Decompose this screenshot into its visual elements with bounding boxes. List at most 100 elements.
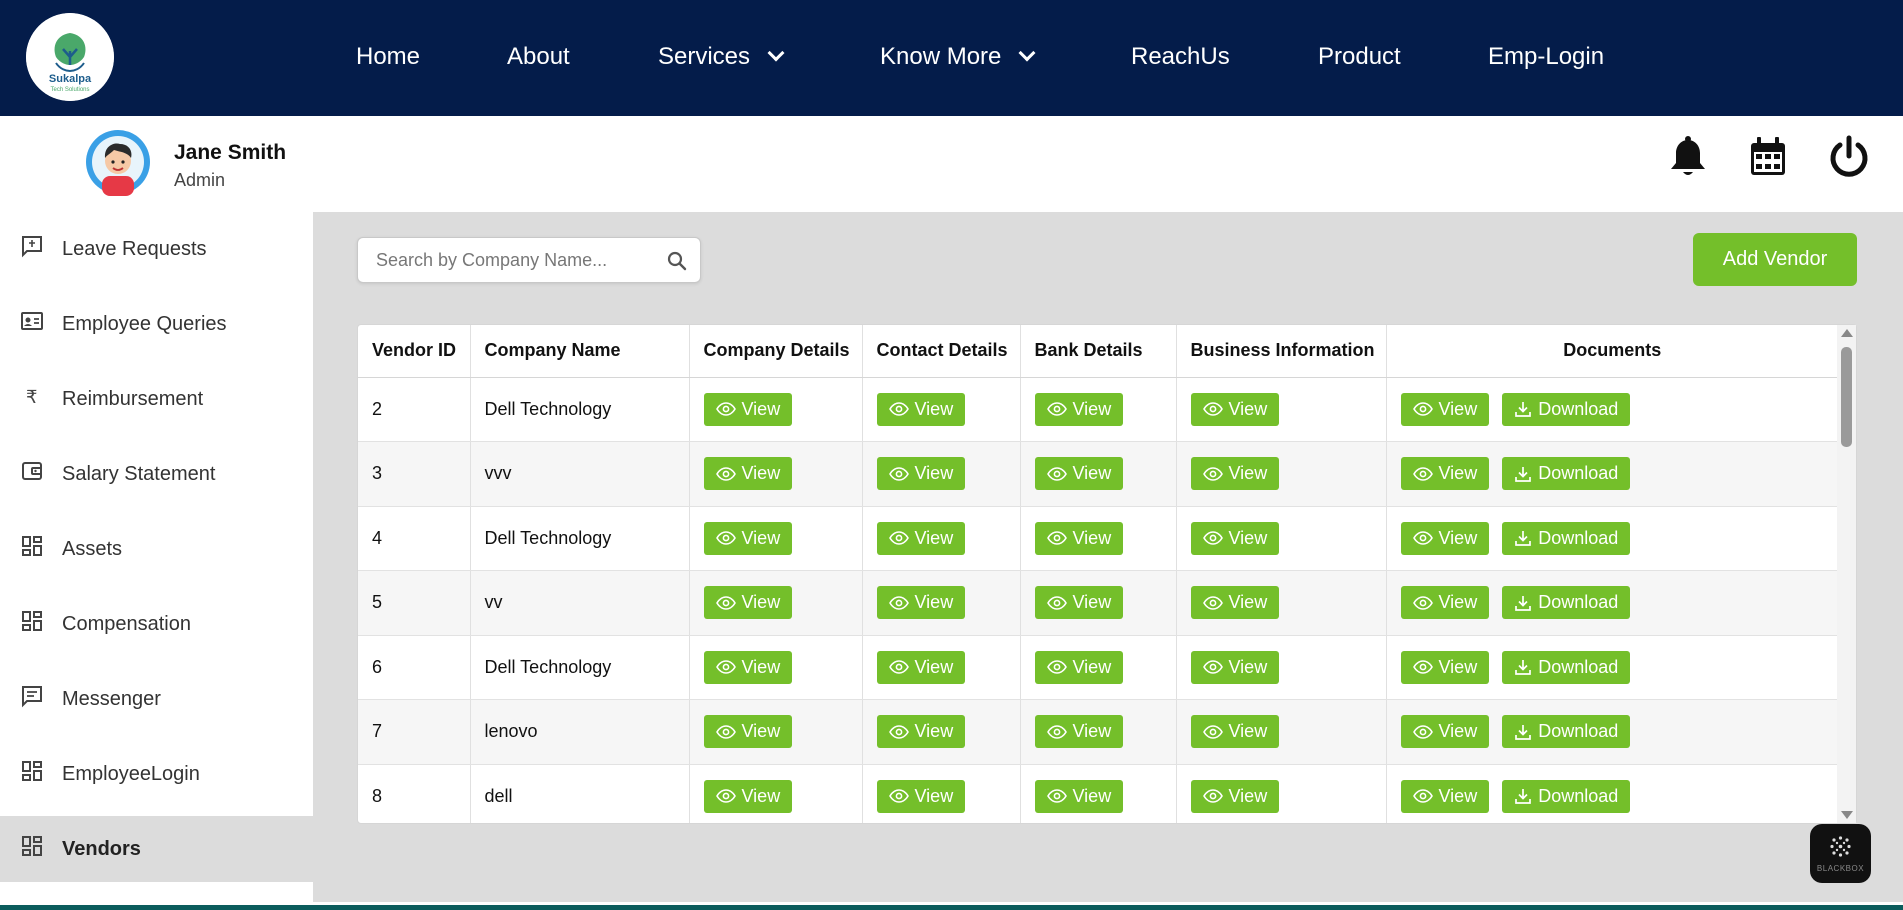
documents-view-button[interactable]: View [1400,392,1490,426]
documents-view-button[interactable]: View [1400,457,1490,491]
company-details-cell: View [689,764,863,823]
contact-details-view-button[interactable]: View [876,457,966,491]
add-vendor-button[interactable]: Add Vendor [1693,233,1857,286]
documents-download-button[interactable]: Download [1502,650,1631,684]
company-details-view-button[interactable]: View [703,521,793,555]
nav-reachus[interactable]: ReachUs [1131,42,1230,72]
eye-icon [888,402,909,417]
column-header: Vendor ID [358,325,471,378]
documents-download-button[interactable]: Download [1502,715,1631,749]
nav-services[interactable]: Services [658,42,785,72]
view-label: View [1072,527,1112,548]
business-info-view-button[interactable]: View [1190,457,1280,491]
nav-emp-login[interactable]: Emp-Login [1488,42,1604,72]
vendor-id-cell: 5 [358,570,471,636]
eye-icon [1412,531,1433,546]
contact-details-view-button[interactable]: View [876,586,966,620]
eye-icon [888,660,909,675]
nav-services-label: Services [658,43,751,70]
blackbox-label: BLACKBOX [1816,864,1865,873]
sidebar-item-label: Compensation [62,613,191,635]
blackbox-widget[interactable]: BLACKBOX [1810,824,1871,883]
business-info-view-button[interactable]: View [1190,650,1280,684]
view-label: View [1438,785,1478,806]
nav-know-more[interactable]: Know More [880,42,1036,72]
nav-product[interactable]: Product [1318,42,1401,72]
sidebar-item-leave-requests[interactable]: Leave Requests [0,216,313,282]
download-label: Download [1538,463,1619,484]
vendor-id-cell: 7 [358,699,471,765]
view-label: View [914,592,954,613]
contact-details-view-button[interactable]: View [876,650,966,684]
company-name-cell: Dell Technology [470,506,690,571]
company-details-view-button[interactable]: View [703,779,793,813]
sidebar-item-compensation[interactable]: Compensation [0,591,313,657]
power-icon[interactable] [1826,134,1872,180]
sidebar-item-messenger[interactable]: Messenger [0,666,313,732]
documents-download-button[interactable]: Download [1502,521,1631,555]
documents-view-button[interactable]: View [1400,521,1490,555]
table-scrollbar[interactable] [1837,325,1856,823]
business-info-view-button[interactable]: View [1190,392,1280,426]
bank-details-view-button[interactable]: View [1034,715,1124,749]
sidebar-item-employeelogin[interactable]: EmployeeLogin [0,741,313,807]
contact-details-view-button[interactable]: View [876,779,966,813]
eye-icon [1202,660,1223,675]
company-details-view-button[interactable]: View [703,715,793,749]
eye-icon [715,595,736,610]
business-info-view-button[interactable]: View [1190,715,1280,749]
sidebar-item-label: Messenger [62,688,161,710]
scroll-up-arrow[interactable] [1841,329,1853,337]
nav-about[interactable]: About [507,42,570,72]
company-details-view-button[interactable]: View [703,392,793,426]
bottom-border [0,905,1903,910]
calendar-icon[interactable] [1745,134,1791,180]
documents-download-button[interactable]: Download [1502,457,1631,491]
business-info-view-button[interactable]: View [1190,521,1280,555]
documents-view-button[interactable]: View [1400,779,1490,813]
documents-view-button[interactable]: View [1400,650,1490,684]
bank-details-view-button[interactable]: View [1034,521,1124,555]
company-details-view-button[interactable]: View [703,586,793,620]
view-label: View [1438,398,1478,419]
bank-details-view-button[interactable]: View [1034,457,1124,491]
sidebar-item-reimbursement[interactable]: ₹ Reimbursement [0,366,313,432]
documents-download-button[interactable]: Download [1502,586,1631,620]
eye-icon [1412,789,1433,804]
business-info-cell: View [1176,635,1387,700]
bell-icon[interactable] [1665,134,1711,180]
view-label: View [914,463,954,484]
search-input[interactable] [376,250,656,271]
bank-details-view-button[interactable]: View [1034,392,1124,426]
documents-download-button[interactable]: Download [1502,392,1631,426]
documents-download-button[interactable]: Download [1502,779,1631,813]
contact-details-view-button[interactable]: View [876,392,966,426]
bank-details-cell: View [1020,570,1177,636]
view-label: View [1228,656,1268,677]
company-name-cell: vv [470,570,690,636]
eye-icon [715,466,736,481]
sidebar-item-employee-queries[interactable]: Employee Queries [0,291,313,357]
scroll-down-arrow[interactable] [1841,811,1853,819]
company-details-view-button[interactable]: View [703,457,793,491]
bank-details-view-button[interactable]: View [1034,650,1124,684]
bank-details-view-button[interactable]: View [1034,779,1124,813]
eye-icon [1046,402,1067,417]
sidebar-item-salary-statement[interactable]: Salary Statement [0,441,313,507]
company-logo[interactable]: Sukalpa Tech Solutions [26,13,114,101]
sidebar-item-vendors[interactable]: Vendors [0,816,313,882]
avatar[interactable] [80,128,156,196]
search-icon[interactable] [666,250,688,272]
bank-details-view-button[interactable]: View [1034,586,1124,620]
business-info-view-button[interactable]: View [1190,779,1280,813]
nav-home[interactable]: Home [356,42,420,72]
sidebar-item-assets[interactable]: Assets [0,516,313,582]
scroll-thumb[interactable] [1841,347,1852,447]
business-info-view-button[interactable]: View [1190,586,1280,620]
contact-details-view-button[interactable]: View [876,521,966,555]
view-label: View [1228,721,1268,742]
company-details-view-button[interactable]: View [703,650,793,684]
contact-details-view-button[interactable]: View [876,715,966,749]
documents-view-button[interactable]: View [1400,715,1490,749]
documents-view-button[interactable]: View [1400,586,1490,620]
